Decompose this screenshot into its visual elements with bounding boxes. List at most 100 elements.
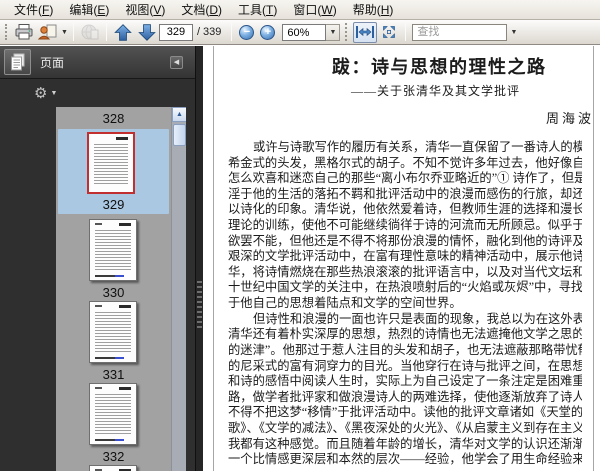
thumbnail-page-label[interactable]: 328 [56,111,171,126]
thumbnail-text-preview [94,144,128,184]
arrow-up-icon [113,23,133,42]
body-text-line: 路，做学者批评家和做浪漫诗人的两难选择，使他逐渐放弃了诗人的梦而 [228,389,582,404]
menu-help[interactable]: 帮助(H) [345,0,402,20]
splitter-grip[interactable] [197,281,202,331]
arrow-down-icon [137,23,157,42]
body-text-line: 于他自己的思想着陆点和文学的空间世界。 [228,296,462,311]
toolbar-grip[interactable] [5,24,9,40]
zoom-level-dropdown[interactable]: ▼ [326,23,341,41]
menu-edit[interactable]: 编辑(E) [61,0,117,20]
body-text-line: 不得不把这梦“移情”于批评活动中。读他的批评文章诸如《天堂的哀 [228,405,582,420]
thumbnail-page-label[interactable]: 330 [56,285,171,300]
print-button[interactable] [12,22,36,43]
body-text-line: 华，将诗情燃烧在那些热浪滚滚的批评语言中，以及对当代文坛和整个二 [228,264,582,279]
share-review-button [78,22,102,43]
thumbnail-header-mark [95,387,102,389]
page-left-edge [213,46,214,471]
thumbnail-items: 328 329 330 331 332 [56,107,171,471]
toolbar-separator [405,23,407,41]
thumbnail-page-label[interactable]: 329 [56,197,171,212]
thumbnail-page[interactable] [87,132,135,194]
pages-icon [10,53,26,71]
collapse-panel-button[interactable]: ◀ [170,55,183,69]
thumbnail-text-preview [95,394,131,436]
zoom-in-button[interactable]: + [260,24,276,40]
body-text-line: 或许与诗歌写作的履历有关系，清华一直保留了一番诗人的模样：普 [253,140,582,154]
body-text-line: 但诗性和浪漫的一面也许只是表面的现象，我总以为在这外表背后， [253,311,582,326]
thumbnail-header-mark [116,137,128,140]
menu-view[interactable]: 视图(V) [117,0,173,20]
thumbnail-text-preview [95,230,131,272]
document-subtitle: ——关于张清华及其文学批评 [351,84,521,98]
page-total-label: / 339 [196,26,222,38]
thumbnail-page[interactable] [89,465,137,471]
menu-bar: 文件(F) 编辑(E) 视图(V) 文档(D) 工具(T) 窗口(W) 帮助(H) [0,0,600,20]
next-page-button[interactable] [135,22,159,43]
page-number-input[interactable] [158,23,193,41]
pages-panel-tab[interactable] [4,49,31,75]
toolbar: ▼ / 339 − [0,20,600,45]
body-text-line: 我都有这种感觉。而且随着年龄的增长，清华对文学的认识还渐渐升入了 [228,436,582,451]
thumbnail-page-label[interactable]: 332 [56,449,171,464]
thumbnail-header-mark [119,387,131,390]
body-text-line: 歌》、《文学的减法》、《黑夜深处的火光》、《从启蒙主义到存在主义》等， [228,420,582,435]
printer-icon [14,23,34,41]
chevron-down-icon: ▼ [61,28,68,36]
thumbnail-options-button[interactable]: ⚙ ▼ [34,86,57,101]
body-text-line: 艰深的文学批评活动中，在富有理性意味的精神活动中，展示他诗人的才 [228,249,582,264]
body-text-line: 十世纪中国文学的关注中，在热浪喷射后的“火焰或灰烬”中，寻找到属 [228,280,582,295]
menu-tools[interactable]: 工具(T) [230,0,285,20]
panel-toolbar: ⚙ ▼ [0,79,203,107]
panel-splitter[interactable] [195,46,203,471]
toolbar-separator [72,23,74,41]
scroll-up-button[interactable]: ▲ [172,107,186,122]
menu-file[interactable]: 文件(F) [6,0,61,20]
globe-icon [80,23,100,41]
fit-width-button[interactable] [353,21,378,43]
fit-page-button[interactable] [377,22,401,43]
body-text-line: 一个比情感更深层和本然的层次——经验，他学会了用生命经验来把握文 [228,452,582,467]
thumbnail-header-mark [95,223,102,225]
thumbnail-page-label[interactable]: 331 [56,367,171,382]
thumbnail-list: 328 329 330 331 332 ▲ [56,107,186,471]
panel-header: 页面 ◀ [0,46,203,79]
body-text-line: 的尼采式的富有洞穿力的目光。当他穿行在诗与批评之间，在思想的探求 [228,358,582,373]
menu-window[interactable]: 窗口(W) [285,0,344,20]
toolbar-separator [345,23,348,41]
body-text-line: 清华还有着朴实深厚的思想，热烈的诗情也无法遮掩他文学之思的“内心 [228,327,582,342]
scrollbar-thumb[interactable] [172,124,186,146]
body-text-line: 淫于他的生活的落拓不羁和批评活动中的浪漫而感伤的行旅，却还是给人 [228,186,582,201]
gear-icon: ⚙ [34,84,48,102]
thumbnail-page[interactable] [89,301,137,363]
body-text-line: 和诗的感悟中阅读人生时，实际上为自己设定了一条注定是困难重重的道 [228,374,582,389]
toolbar-separator [105,23,107,41]
body-text-line: 怎么欢喜和迷恋自己的那些“离小布尔乔亚略近的”① 诗作了，但是，浸 [228,171,582,186]
thumbnail-page[interactable] [89,383,137,445]
thumbnail-footer-mark [95,275,131,277]
zoom-level-value[interactable]: 60% [282,23,327,41]
document-area[interactable]: 跋：诗与思想的理性之路 ——关于张清华及其文学批评 周海波 或许与诗歌写作的履历… [203,46,600,471]
body-text-line: 理论的训练，使他不可能继续徜徉于诗的河流而无所顾忌。似乎于心不甘 [228,218,582,233]
thumbnail-text-preview [95,312,131,354]
body-text-line: 的迷津”。他那过于惹人注目的头发和胡子，也无法遮蔽那略带忧郁色调 [228,342,582,357]
panel-title: 页面 [40,55,65,70]
thumbnail-page[interactable] [89,219,137,281]
thumbnail-header-mark [119,305,131,308]
thumbnail-scrollbar[interactable]: ▲ [171,107,186,471]
document-title: 跋：诗与思想的理性之路 [332,57,547,77]
navigation-pane: 页面 ◀ ⚙ ▼ 328 329 330 331 332 ▲ [0,46,203,471]
collaborate-button[interactable]: ▼ [36,22,69,43]
thumbnail-header-mark [119,223,131,226]
find-dropdown-icon[interactable]: ▼ [507,24,520,41]
body-text-line: 以诗化的印象。清华说，他依然爱着诗，但教师生涯的选择和漫长的职业 [228,202,582,217]
thumbnail-header-mark [95,305,102,307]
previous-page-button[interactable] [111,22,135,43]
document-author: 周海波 [545,111,594,126]
find-input[interactable] [412,23,508,41]
body-text-line: 欲罢不能，但他还是不得不将那份浪漫的情怀，融化到他的诗评及至更加 [228,233,582,248]
chevron-down-icon: ▼ [50,89,58,97]
menu-document[interactable]: 文档(D) [173,0,230,20]
thumbnail-footer-mark [95,439,131,441]
fit-page-icon [379,24,399,40]
zoom-out-button[interactable]: − [239,24,255,40]
